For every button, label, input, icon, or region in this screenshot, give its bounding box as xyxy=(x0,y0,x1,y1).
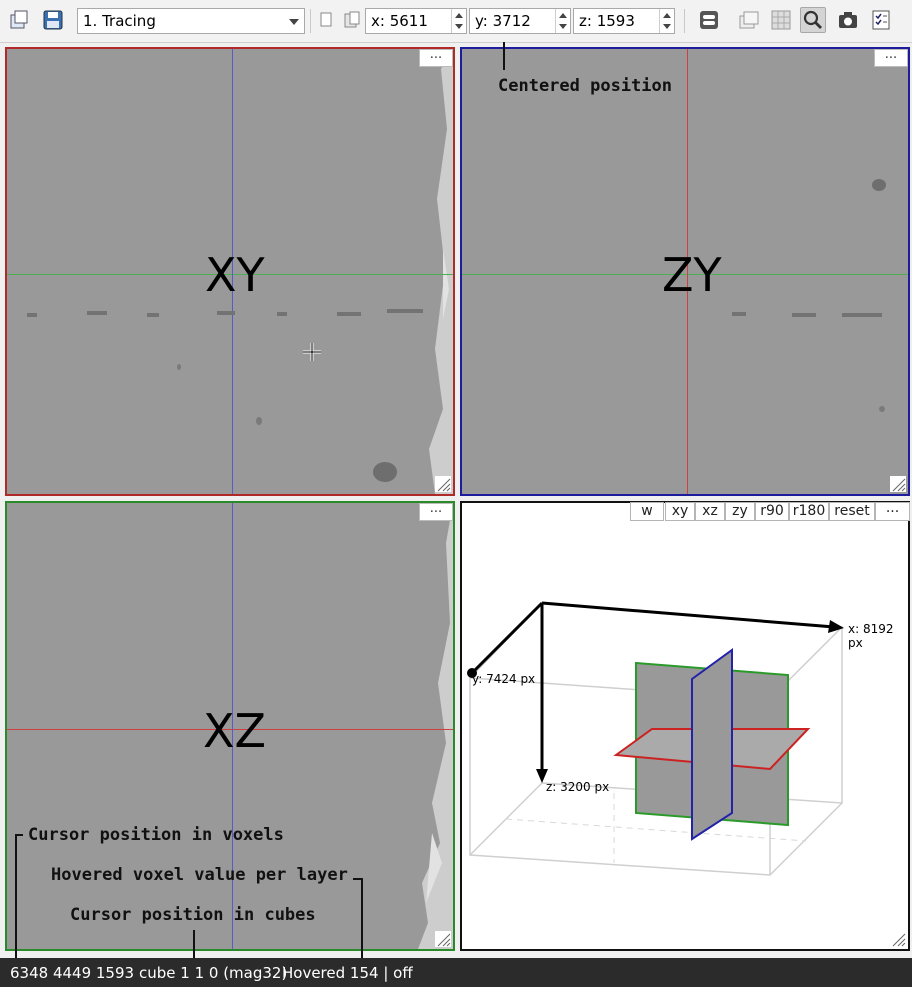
rotate-90-button[interactable]: r90 xyxy=(755,502,789,521)
zoom-icon[interactable] xyxy=(800,7,826,33)
paste-icon[interactable] xyxy=(339,7,365,33)
status-hovered: Hovered 154 | off xyxy=(282,964,413,982)
xz-label: XZ xyxy=(203,704,267,758)
z-stepper[interactable] xyxy=(659,9,674,33)
new-window-icon[interactable] xyxy=(6,7,32,33)
resize-handle-icon[interactable] xyxy=(890,476,906,492)
crosshair-cursor-icon xyxy=(303,343,321,361)
view-zy-button[interactable]: zy xyxy=(725,502,755,521)
zy-menu-button[interactable]: ... xyxy=(874,49,908,67)
annotation-pointer xyxy=(15,834,17,958)
chevron-down-icon xyxy=(289,19,299,25)
annotation-pointer xyxy=(193,930,195,958)
z-coordinate-value: z: 1593 xyxy=(579,12,635,30)
viewport-3d[interactable]: x: 8192 px y: 7424 px z: 3200 px xyxy=(460,501,910,951)
viewport-xy[interactable]: XY ... xyxy=(5,47,455,496)
x-stepper[interactable] xyxy=(451,9,466,33)
3d-menu-button[interactable]: ... xyxy=(875,501,910,521)
annotation-pointer xyxy=(503,42,505,70)
rotate-180-button[interactable]: r180 xyxy=(789,502,829,521)
3d-bounding-box xyxy=(467,601,844,876)
dataset-icon[interactable] xyxy=(768,7,794,33)
xz-menu-button[interactable]: ... xyxy=(419,503,453,521)
resize-handle-icon[interactable] xyxy=(435,476,451,492)
y-coordinate-value: y: 3712 xyxy=(475,12,531,30)
y-stepper[interactable] xyxy=(555,9,570,33)
snapshot-icon[interactable] xyxy=(835,7,861,33)
reset-view-button[interactable]: reset xyxy=(829,502,875,521)
windows-icon[interactable] xyxy=(736,7,762,33)
toolbar-divider xyxy=(684,9,685,33)
toggle-settings-icon[interactable] xyxy=(696,7,722,33)
mode-select[interactable]: 1. Tracing xyxy=(77,8,305,34)
y-coordinate-field[interactable]: y: 3712 xyxy=(469,8,571,34)
annotation-cursor-cubes: Cursor position in cubes xyxy=(70,905,316,925)
x-coordinate-value: x: 5611 xyxy=(371,12,428,30)
annotation-cursor-voxels: Cursor position in voxels xyxy=(28,825,284,845)
xy-menu-button[interactable]: ... xyxy=(419,49,453,67)
3d-axis-z-label: z: 3200 px xyxy=(546,780,610,794)
toolbar-divider xyxy=(310,9,311,33)
status-cursor-position: 6348 4449 1593 xyxy=(10,964,135,982)
3d-axis-x-label: x: 8192 px xyxy=(848,622,894,650)
view-xy-button[interactable]: xy xyxy=(665,502,695,521)
annotation-pointer xyxy=(15,834,23,836)
annotation-pointer xyxy=(353,878,363,880)
3d-axis-y-label: y: 7424 px xyxy=(472,672,536,686)
resize-handle-icon[interactable] xyxy=(435,931,451,947)
toolbar: 1. Tracing x: 5611 y: 3712 z: 1593 xyxy=(0,0,912,43)
tasks-icon[interactable] xyxy=(868,7,894,33)
zy-label: ZY xyxy=(662,248,722,302)
view-xz-button[interactable]: xz xyxy=(695,502,725,521)
save-icon[interactable] xyxy=(40,7,66,33)
resize-handle-icon[interactable] xyxy=(890,931,906,947)
status-cube: cube 1 1 0 (mag32) xyxy=(139,964,288,982)
copy-icon[interactable] xyxy=(314,7,340,33)
mode-select-value: 1. Tracing xyxy=(83,12,156,30)
z-coordinate-field[interactable]: z: 1593 xyxy=(573,8,675,34)
xy-label: XY xyxy=(205,248,265,302)
status-bar: 6348 4449 1593 cube 1 1 0 (mag32) Hovere… xyxy=(0,958,912,987)
annotation-centered-position: Centered position xyxy=(498,76,672,96)
viewport-zy[interactable]: ZY ... xyxy=(460,47,910,496)
x-coordinate-field[interactable]: x: 5611 xyxy=(365,8,467,34)
xz-tissue-edge xyxy=(418,503,453,949)
annotation-hovered-value: Hovered voxel value per layer xyxy=(51,865,348,885)
view-w-button[interactable]: w xyxy=(630,502,664,521)
annotation-pointer xyxy=(361,878,363,958)
